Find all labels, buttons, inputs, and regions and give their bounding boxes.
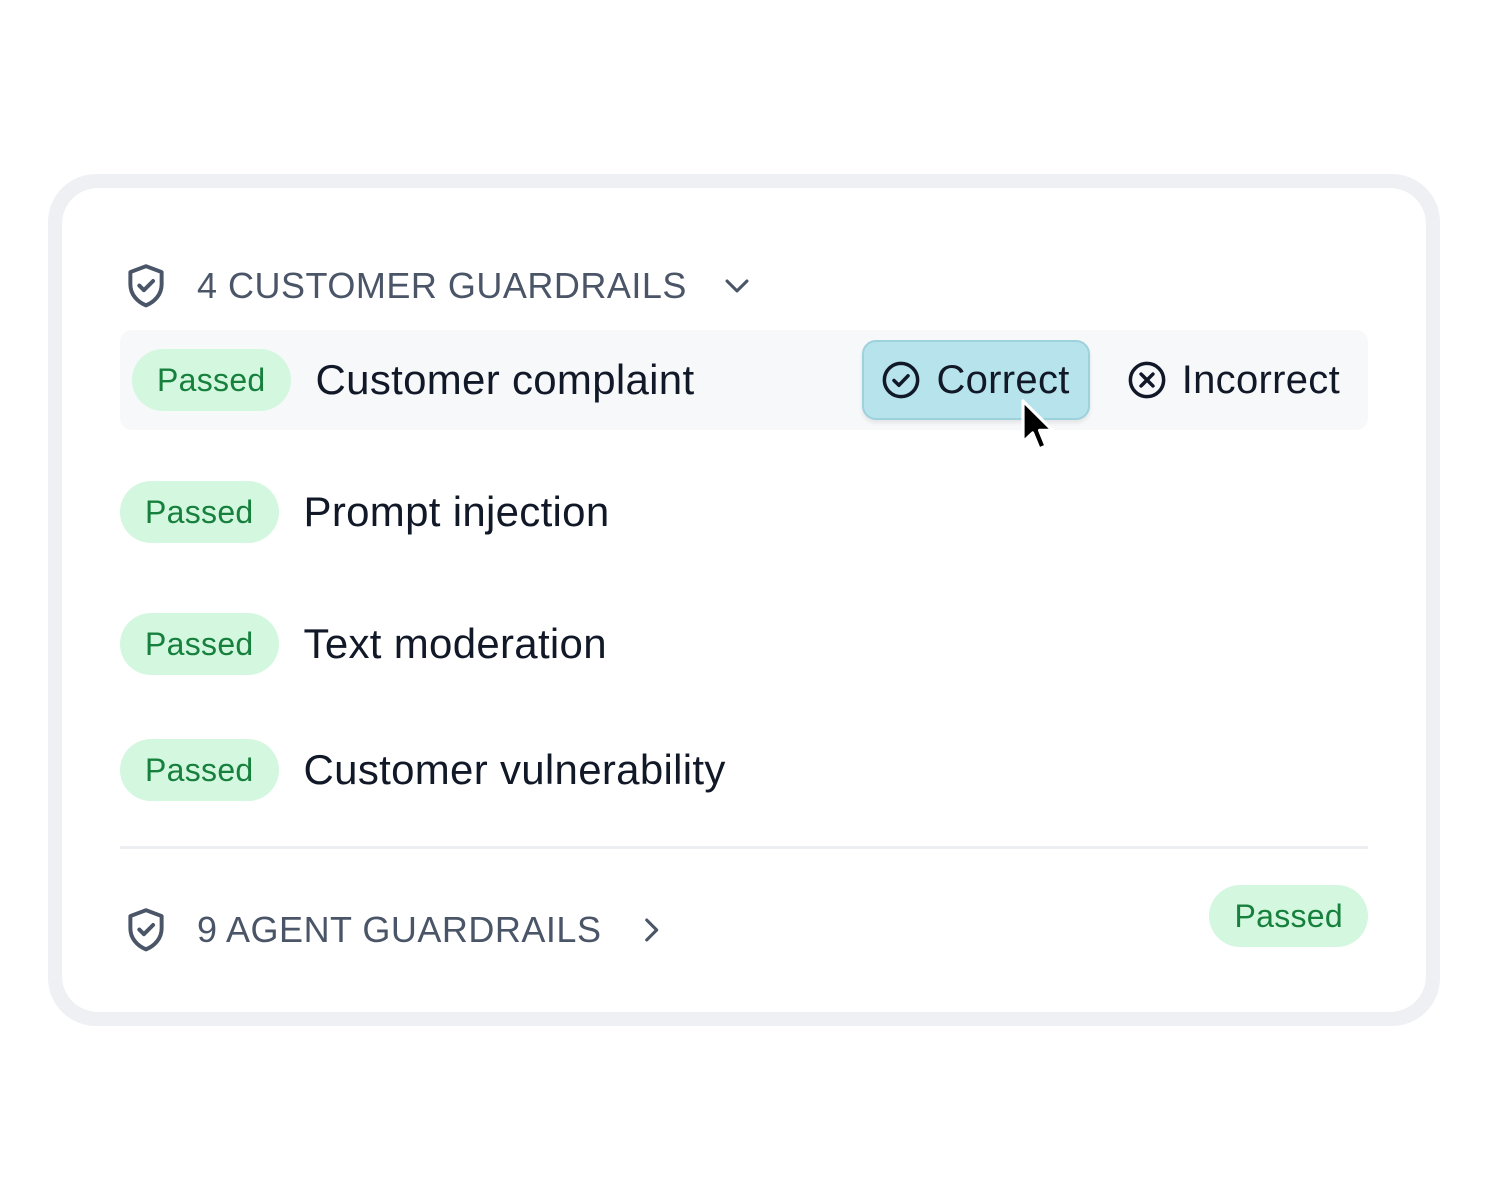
chevron-right-icon[interactable] — [631, 910, 671, 950]
incorrect-button[interactable]: Incorrect — [1112, 340, 1344, 420]
chevron-down-icon[interactable] — [717, 266, 757, 306]
correct-label: Correct — [936, 357, 1070, 402]
guardrail-row-prompt-injection[interactable]: Passed Prompt injection — [120, 462, 1368, 562]
incorrect-label: Incorrect — [1181, 357, 1340, 402]
shield-check-icon — [120, 260, 172, 312]
agent-status-badge: Passed — [1209, 885, 1368, 947]
guardrail-row-customer-vulnerability[interactable]: Passed Customer vulnerability — [120, 720, 1368, 820]
check-circle-icon — [880, 359, 922, 401]
customer-guardrails-title: 4 CUSTOMER GUARDRAILS — [197, 265, 687, 306]
status-badge: Passed — [132, 349, 291, 411]
status-badge: Passed — [120, 481, 279, 543]
correct-button[interactable]: Correct — [862, 340, 1090, 420]
shield-check-icon — [120, 904, 172, 956]
x-circle-icon — [1126, 359, 1168, 401]
section-divider — [120, 846, 1368, 849]
guardrails-card-frame: 4 CUSTOMER GUARDRAILS Passed Customer co… — [48, 174, 1440, 1026]
guardrail-row-text-moderation[interactable]: Passed Text moderation — [120, 594, 1368, 694]
customer-guardrails-header[interactable]: 4 CUSTOMER GUARDRAILS — [120, 256, 757, 316]
guardrail-label: Customer vulnerability — [303, 746, 726, 793]
feedback-actions: Correct Incorrect — [862, 340, 1344, 420]
agent-guardrails-header[interactable]: 9 AGENT GUARDRAILS — [120, 900, 671, 960]
guardrail-label: Prompt injection — [303, 488, 610, 535]
agent-guardrails-title: 9 AGENT GUARDRAILS — [197, 909, 602, 950]
guardrail-label: Text moderation — [303, 620, 607, 667]
guardrails-card: 4 CUSTOMER GUARDRAILS Passed Customer co… — [62, 188, 1426, 1012]
guardrail-label: Customer complaint — [315, 356, 695, 403]
status-badge: Passed — [120, 739, 279, 801]
status-badge: Passed — [120, 613, 279, 675]
guardrail-row-customer-complaint[interactable]: Passed Customer complaint Correct Incorr… — [120, 330, 1368, 430]
